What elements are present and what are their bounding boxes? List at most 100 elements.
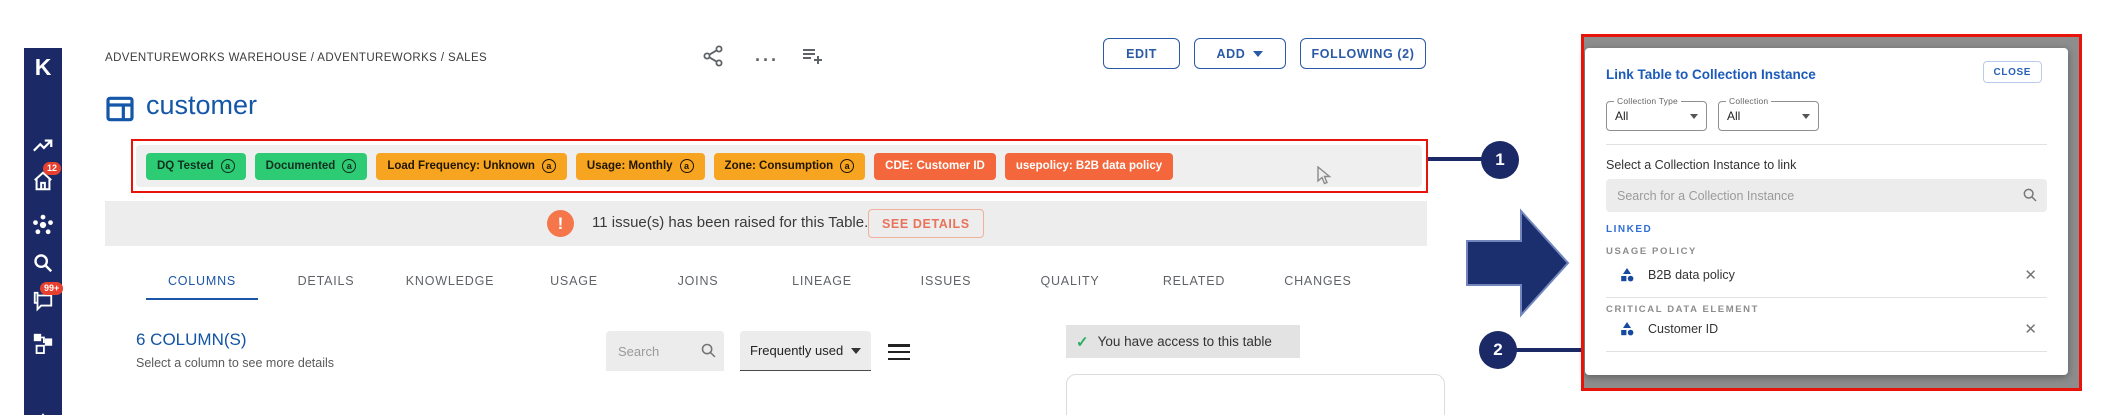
tab-bar: COLUMNS DETAILS KNOWLEDGE USAGE JOINS LI… xyxy=(140,262,1380,300)
tag-zone[interactable]: Zone: Consumption a xyxy=(714,153,866,180)
tag-usepolicy[interactable]: usepolicy: B2B data policy xyxy=(1005,153,1173,180)
tag-usage[interactable]: Usage: Monthly a xyxy=(576,153,705,180)
tag-dq-tested[interactable]: DQ Tested a xyxy=(146,153,246,180)
add-button-label: ADD xyxy=(1217,47,1246,61)
tag-label: DQ Tested xyxy=(157,160,214,172)
check-icon: ✓ xyxy=(1076,333,1089,351)
tab-related[interactable]: RELATED xyxy=(1132,262,1256,300)
annotation-connector-1 xyxy=(1428,157,1482,161)
breadcrumb[interactable]: ADVENTUREWORKS WAREHOUSE / ADVENTUREWORK… xyxy=(105,52,487,64)
chat-badge: 99+ xyxy=(40,282,63,295)
tag-label: Documented xyxy=(266,160,336,172)
table-icon xyxy=(104,93,136,125)
page-title: customer xyxy=(146,90,257,121)
home-badge: 12 xyxy=(43,162,61,175)
auto-rule-icon: a xyxy=(840,159,854,173)
bookmark-icon[interactable] xyxy=(32,404,54,415)
tab-usage[interactable]: USAGE xyxy=(512,262,636,300)
auto-rule-icon: a xyxy=(542,159,556,173)
alert-text: 11 issue(s) has been raised for this Tab… xyxy=(592,214,868,231)
tag-load-frequency[interactable]: Load Frequency: Unknown a xyxy=(376,153,567,180)
chevron-down-icon xyxy=(851,348,861,354)
column-search xyxy=(606,331,724,371)
following-button[interactable]: FOLLOWING (2) xyxy=(1300,38,1426,69)
issues-alert-bar: ! 11 issue(s) has been raised for this T… xyxy=(105,201,1427,246)
tag-documented[interactable]: Documented a xyxy=(255,153,368,180)
columns-count-heading: 6 COLUMN(S) xyxy=(136,330,247,350)
annotation-circle-1: 1 xyxy=(1481,141,1519,179)
access-status-badge: ✓ You have access to this table xyxy=(1066,325,1300,358)
instance-search-input[interactable] xyxy=(1606,179,2047,212)
divider xyxy=(1606,351,2047,352)
auto-rule-icon: a xyxy=(342,159,356,173)
tab-joins[interactable]: JOINS xyxy=(636,262,760,300)
linked-section-label: LINKED xyxy=(1606,224,1652,235)
trending-up-icon[interactable] xyxy=(32,136,54,158)
remove-icon[interactable]: ✕ xyxy=(2024,322,2037,337)
collection-type-select[interactable]: Collection Type All xyxy=(1606,101,1707,131)
linked-item-row: Customer ID ✕ xyxy=(1606,314,2047,344)
column-list-card xyxy=(1066,374,1445,415)
linked-item-label: Customer ID xyxy=(1648,322,1718,336)
chat-icon[interactable]: 99+ xyxy=(32,290,54,312)
more-options-icon[interactable]: ··· xyxy=(755,50,779,74)
sort-select-value: Frequently used xyxy=(750,343,843,358)
warning-icon: ! xyxy=(547,210,574,237)
share-icon[interactable] xyxy=(701,44,725,68)
tag-bar: DQ Tested a Documented a Load Frequency:… xyxy=(136,145,1422,187)
sort-select[interactable]: Frequently used xyxy=(740,331,871,371)
sidebar: K 12 99+ xyxy=(24,48,62,415)
collection-instance-icon xyxy=(1619,267,1635,283)
remove-icon[interactable]: ✕ xyxy=(2024,268,2037,283)
network-nodes-icon[interactable] xyxy=(32,214,54,236)
app-logo[interactable]: K xyxy=(24,54,62,81)
edit-button[interactable]: EDIT xyxy=(1103,38,1180,69)
link-collection-modal: Link Table to Collection Instance CLOSE … xyxy=(1585,48,2068,375)
big-right-arrow xyxy=(1466,208,1570,323)
collection-instance-icon xyxy=(1619,321,1635,337)
collection-label: Collection xyxy=(1726,96,1771,106)
modal-backdrop: Link Table to Collection Instance CLOSE … xyxy=(1584,37,2079,388)
usage-policy-group-label: USAGE POLICY xyxy=(1606,246,1697,257)
auto-rule-icon: a xyxy=(221,159,235,173)
tag-label: usepolicy: B2B data policy xyxy=(1016,160,1162,172)
see-details-button[interactable]: SEE DETAILS xyxy=(868,209,984,238)
tab-knowledge[interactable]: KNOWLEDGE xyxy=(388,262,512,300)
tab-details[interactable]: DETAILS xyxy=(264,262,388,300)
collection-type-label: Collection Type xyxy=(1614,96,1681,106)
auto-rule-icon: a xyxy=(680,159,694,173)
divider xyxy=(1606,297,2047,298)
instance-search xyxy=(1606,179,2047,212)
mouse-cursor xyxy=(1316,166,1332,191)
linked-item-row: B2B data policy ✕ xyxy=(1606,260,2047,290)
tab-changes[interactable]: CHANGES xyxy=(1256,262,1380,300)
search-icon xyxy=(700,342,717,359)
close-button[interactable]: CLOSE xyxy=(1983,61,2042,83)
tag-cde[interactable]: CDE: Customer ID xyxy=(874,153,996,180)
annotation-connector-2 xyxy=(1515,348,1582,352)
chevron-down-icon xyxy=(1802,114,1810,119)
tab-columns[interactable]: COLUMNS xyxy=(140,262,264,300)
add-button[interactable]: ADD xyxy=(1194,38,1286,69)
search-icon[interactable] xyxy=(32,252,54,274)
columns-subtitle: Select a column to see more details xyxy=(136,356,334,370)
linked-item-label: B2B data policy xyxy=(1648,268,1735,282)
tab-quality[interactable]: QUALITY xyxy=(1008,262,1132,300)
tab-issues[interactable]: ISSUES xyxy=(884,262,1008,300)
page: K 12 99+ ADVENTUREWORKS WAREHOUSE / ADVE… xyxy=(0,0,2106,415)
hierarchy-icon[interactable] xyxy=(32,332,54,354)
annotation-circle-2: 2 xyxy=(1479,331,1517,369)
collection-select[interactable]: Collection All xyxy=(1718,101,1819,131)
tab-lineage[interactable]: LINEAGE xyxy=(760,262,884,300)
tag-label: Load Frequency: Unknown xyxy=(387,160,535,172)
tag-label: CDE: Customer ID xyxy=(885,160,985,172)
home-icon[interactable]: 12 xyxy=(32,170,54,192)
collection-value: All xyxy=(1727,109,1740,123)
search-icon xyxy=(2022,187,2038,203)
collection-type-value: All xyxy=(1615,109,1628,123)
chevron-down-icon xyxy=(1690,114,1698,119)
select-instance-prompt: Select a Collection Instance to link xyxy=(1606,158,1796,172)
access-status-text: You have access to this table xyxy=(1098,334,1272,349)
list-view-icon[interactable] xyxy=(888,344,910,364)
playlist-add-icon[interactable] xyxy=(800,44,824,68)
